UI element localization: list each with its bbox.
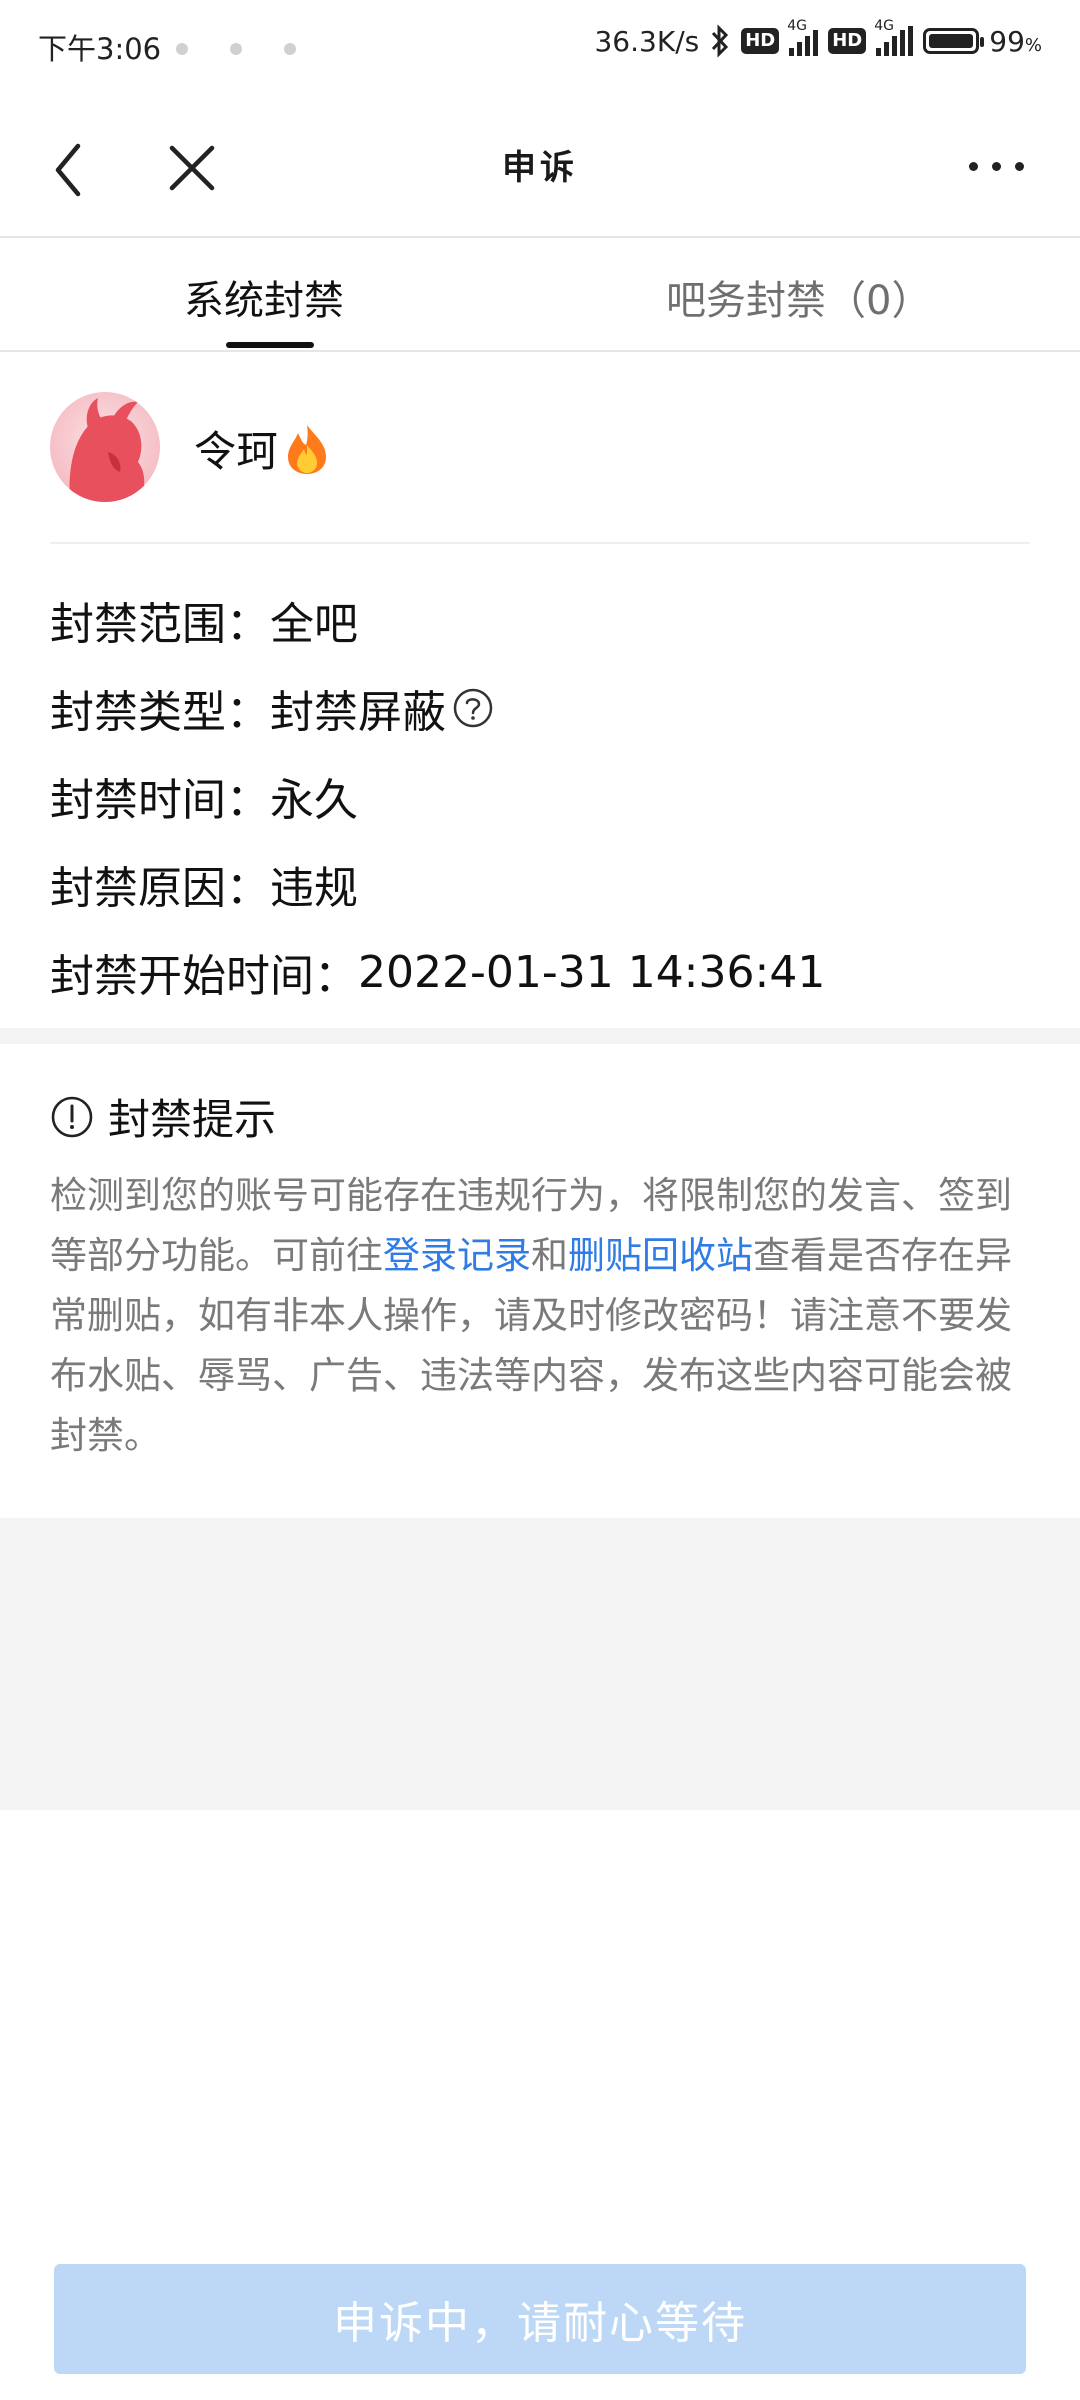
battery-percent: 99% [989, 24, 1042, 58]
ban-reason-row: 封禁原因： 违规 [50, 863, 358, 914]
more-options-icon[interactable] [969, 162, 1024, 171]
battery-icon [923, 28, 985, 54]
login-record-link[interactable]: 登录记录 [383, 1234, 531, 1277]
help-icon[interactable] [452, 687, 494, 729]
fire-icon [288, 424, 327, 474]
network-speed: 36.3K/s [594, 24, 700, 58]
status-time: 下午3:06 [38, 32, 162, 66]
nav-bar: 申诉 [0, 96, 1080, 238]
hd-badge: HD [741, 28, 780, 54]
ban-scope-row: 封禁范围： 全吧 [50, 599, 358, 650]
tab-system-ban[interactable]: 系统封禁 [184, 268, 344, 326]
username[interactable]: 令珂 [194, 418, 330, 479]
ban-type-row: 封禁类型： 封禁屏蔽 [50, 664, 825, 752]
signal-icon: 4G [787, 18, 819, 56]
deleted-posts-recycle-link[interactable]: 删贴回收站 [568, 1234, 753, 1277]
avatar[interactable] [50, 392, 160, 502]
status-indicators: 36.3K/s HD 4G HD 4G 99% [594, 18, 1042, 58]
bluetooth-icon [712, 24, 729, 58]
tab-bar: 系统封禁 吧务封禁（0） [0, 238, 1080, 352]
signal-icon: 4G [874, 18, 914, 56]
ban-start-time-row: 封禁开始时间： 2022-01-31 14:36:41 [50, 946, 826, 1003]
tab-indicator [226, 342, 314, 348]
user-profile: 令珂 [50, 392, 1030, 544]
ban-info-list: 封禁范围： 全吧 封禁类型： 封禁屏蔽 封禁时间： 永久 封禁原因： 违规 封禁开始时间… [50, 576, 825, 1016]
alert-icon [51, 1096, 93, 1137]
notification-dot-icon [284, 43, 296, 55]
empty-area [0, 1518, 1080, 1810]
tab-bar-admin-ban[interactable]: 吧务封禁（0） [666, 268, 931, 326]
status-bar: 下午3:06 36.3K/s HD 4G HD 4G 99% [0, 0, 1080, 96]
ban-tips-text: 检测到您的账号可能存在违规行为，将限制您的发言、签到等部分功能。可前往登录记录和… [50, 1174, 1012, 1457]
page-title: 申诉 [502, 148, 578, 188]
hd-badge: HD [828, 28, 867, 54]
ban-tips-heading: 封禁提示 [50, 1086, 276, 1147]
notification-dot-icon [230, 43, 242, 55]
notification-dot-icon [176, 43, 188, 55]
appeal-status-button[interactable]: 申诉中，请耐心等待 [54, 2264, 1026, 2374]
section-divider [0, 1028, 1080, 1044]
ban-duration-row: 封禁时间： 永久 [50, 775, 358, 826]
notification-icons [176, 40, 338, 59]
